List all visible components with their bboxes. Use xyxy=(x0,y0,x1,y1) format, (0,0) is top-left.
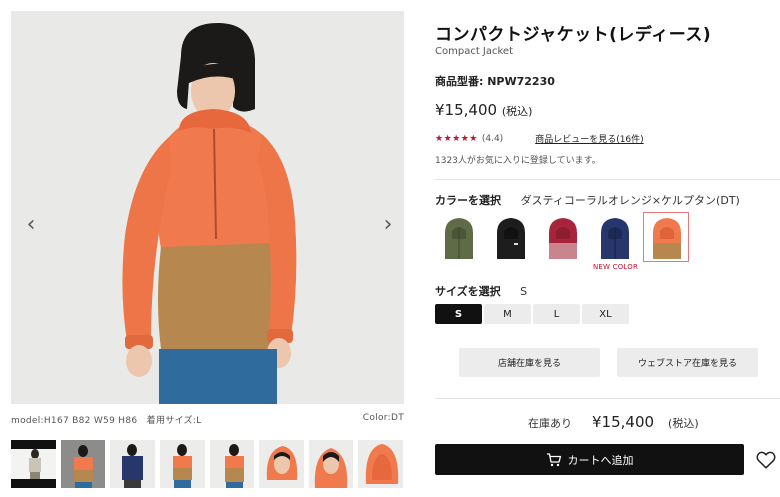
add-to-cart-label: カートへ追加 xyxy=(567,453,634,467)
color-swatches xyxy=(435,212,689,262)
product-price: ¥15,400 (税込) xyxy=(435,101,532,119)
new-color-badge: NEW COLOR xyxy=(593,263,639,271)
add-to-cart-button[interactable]: カートへ追加 xyxy=(435,444,744,475)
price-tax-note: (税込) xyxy=(501,105,533,118)
price-value: ¥15,400 xyxy=(435,101,498,119)
thumbnail-strip xyxy=(11,440,403,488)
size-options: S M L XL xyxy=(435,304,629,324)
review-link[interactable]: 商品レビューを見る(16件) xyxy=(535,132,643,145)
selected-size: S xyxy=(520,285,528,298)
product-subtitle: Compact Jacket xyxy=(435,46,513,57)
main-product-image: ‹ › xyxy=(11,11,404,404)
cart-icon xyxy=(546,452,561,466)
divider xyxy=(435,398,780,399)
model-number: 商品型番: NPW72230 xyxy=(435,75,555,88)
size-button-m[interactable]: M xyxy=(484,304,531,324)
thumbnail-8[interactable] xyxy=(358,440,403,488)
stock-price: ¥15,400 xyxy=(592,413,655,431)
size-button-l[interactable]: L xyxy=(533,304,580,324)
color-swatch-navy[interactable] xyxy=(591,212,637,262)
size-button-s[interactable]: S xyxy=(435,304,482,324)
thumbnail-2[interactable] xyxy=(60,440,106,488)
thumbnail-4[interactable] xyxy=(159,440,205,488)
thumbnail-6[interactable] xyxy=(259,440,304,488)
favorites-count: 1323人がお気に入りに登録しています。 xyxy=(435,156,601,166)
selected-color-name: ダスティコーラルオレンジ×ケルプタン(DT) xyxy=(520,194,740,207)
color-swatch-red[interactable] xyxy=(539,212,585,262)
favorite-heart-icon[interactable] xyxy=(755,449,777,471)
store-stock-button[interactable]: 店舗在庫を見る xyxy=(459,348,600,377)
stock-tax-note: (税込) xyxy=(668,417,699,430)
color-swatch-coral[interactable] xyxy=(643,212,689,262)
product-title: コンパクトジャケット(レディース) xyxy=(435,25,712,45)
model-photo xyxy=(11,11,404,404)
web-stock-button[interactable]: ウェブストア在庫を見る xyxy=(617,348,758,377)
rating-value: (4.4) xyxy=(481,133,504,144)
thumbnail-7[interactable] xyxy=(308,440,354,488)
color-code-caption: Color:DT xyxy=(362,413,404,423)
size-selector-header: サイズを選択 S xyxy=(435,283,527,299)
color-swatch-olive[interactable] xyxy=(435,212,481,262)
size-button-xl[interactable]: XL xyxy=(582,304,629,324)
stock-status: 在庫あり xyxy=(528,417,572,430)
color-label: カラーを選択 xyxy=(435,194,501,207)
thumbnail-5[interactable] xyxy=(209,440,255,488)
thumbnail-1[interactable] xyxy=(11,440,56,488)
divider xyxy=(435,179,780,180)
rating-row: ★★★★★ (4.4) 商品レビューを見る(16件) xyxy=(435,132,644,146)
model-size-caption: model:H167 B82 W59 H86 着用サイズ:L xyxy=(11,416,202,426)
stock-summary: 在庫あり ¥15,400 (税込) xyxy=(528,413,699,431)
size-label: サイズを選択 xyxy=(435,285,501,298)
thumbnail-3[interactable] xyxy=(110,440,155,488)
rating-stars-icon: ★★★★★ xyxy=(435,133,478,144)
color-swatch-black[interactable] xyxy=(487,212,533,262)
gallery-next-arrow[interactable]: › xyxy=(376,211,400,239)
gallery-prev-arrow[interactable]: ‹ xyxy=(19,211,43,239)
color-selector-header: カラーを選択 ダスティコーラルオレンジ×ケルプタン(DT) xyxy=(435,192,740,208)
